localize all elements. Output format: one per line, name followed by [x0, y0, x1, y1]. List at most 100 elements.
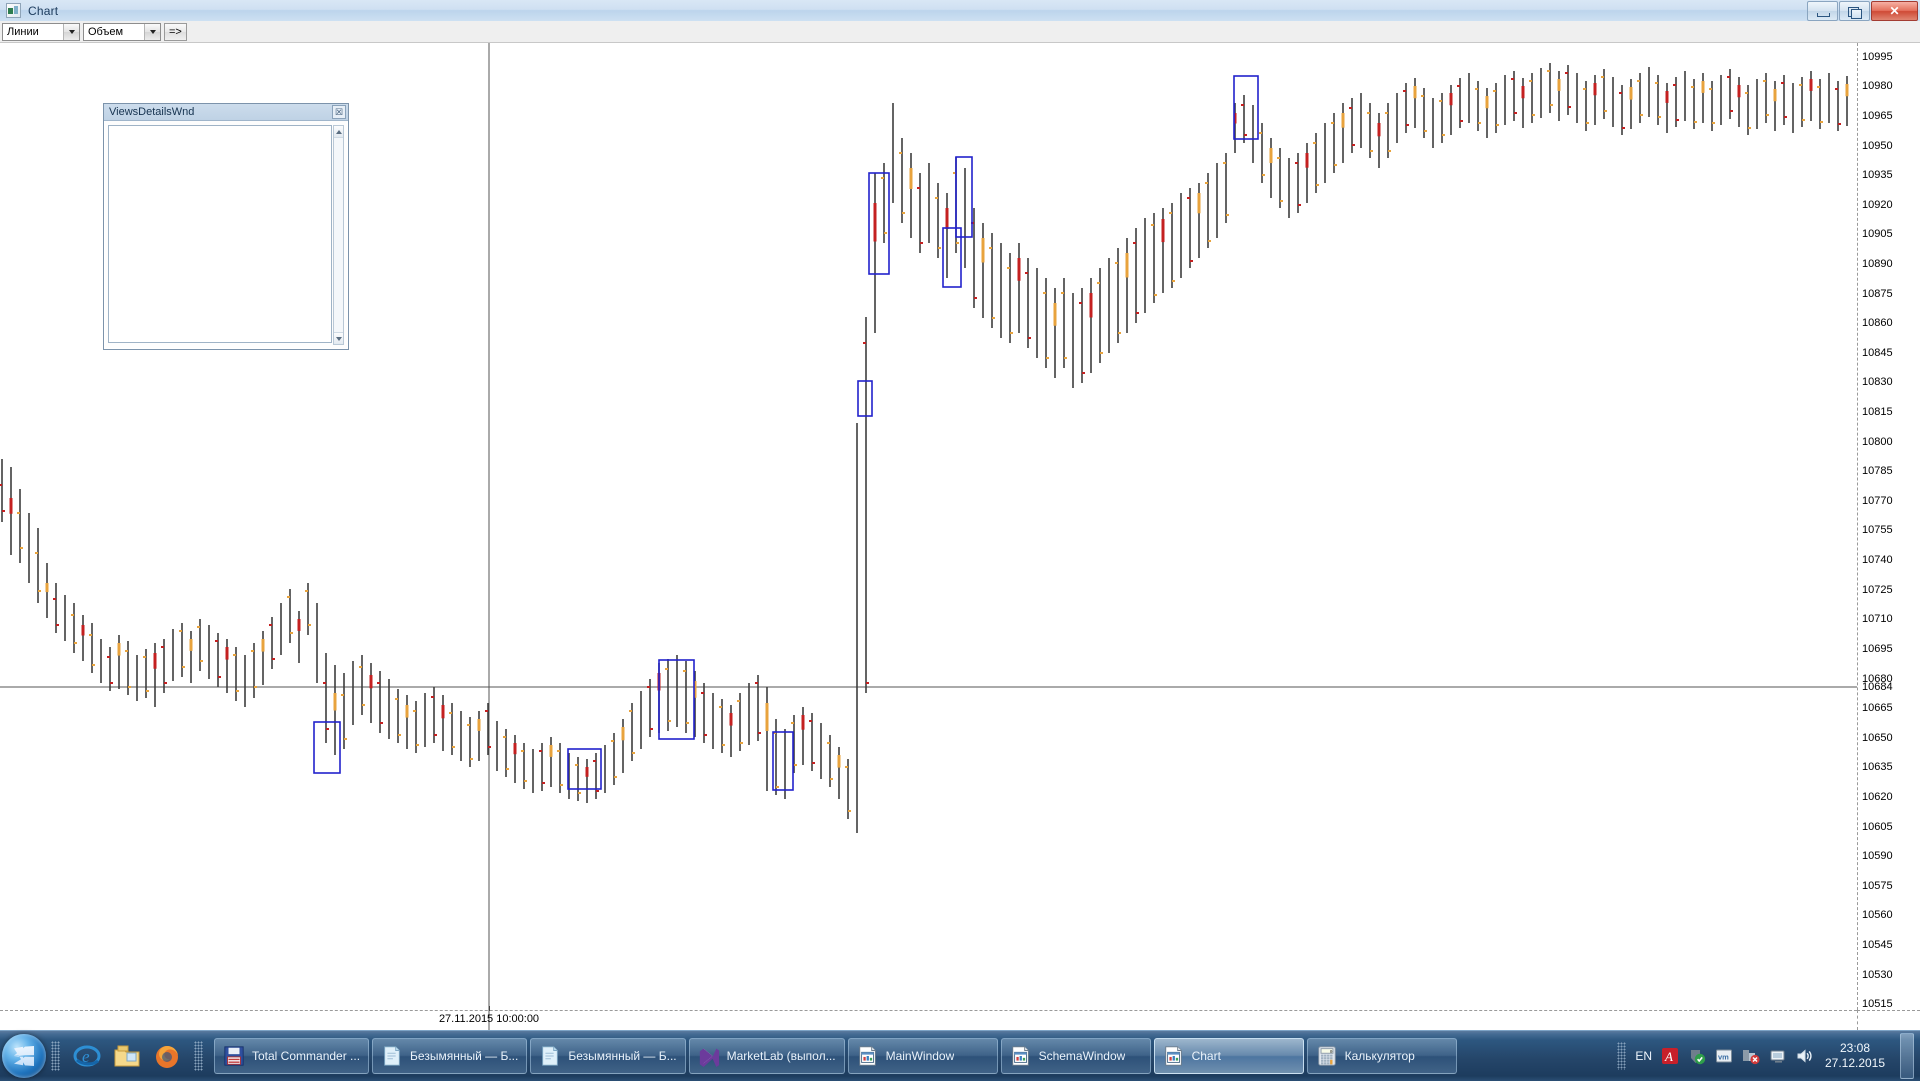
clock-date: 27.12.2015: [1824, 1056, 1886, 1070]
price-tick-label: 10875: [1862, 287, 1893, 300]
price-tick-label: 10695: [1862, 642, 1893, 655]
visual-studio-icon: [698, 1045, 720, 1067]
indicator-dropdown[interactable]: Объем: [83, 22, 161, 41]
clock[interactable]: 23:08 27.12.2015: [1823, 1041, 1887, 1071]
price-tick-label: 10890: [1862, 258, 1893, 270]
chart-app-icon: [6, 3, 21, 18]
price-tick-label: 10710: [1862, 613, 1893, 626]
taskbar-button[interactable]: SchemaWindow: [1000, 1038, 1151, 1074]
firefox-icon[interactable]: [153, 1042, 181, 1070]
svg-text:e: e: [82, 1047, 90, 1066]
taskbar-grip[interactable]: [194, 1041, 203, 1071]
views-details-titlebar[interactable]: ViewsDetailsWnd ☒: [104, 104, 348, 121]
close-button[interactable]: ✕: [1871, 1, 1918, 21]
chevron-down-icon[interactable]: [63, 23, 79, 40]
price-tick-label: 10665: [1862, 702, 1893, 715]
show-desktop-button[interactable]: [1900, 1033, 1914, 1079]
volume-icon[interactable]: [1796, 1047, 1814, 1065]
price-tick-label: 10950: [1862, 139, 1893, 152]
time-axis[interactable]: 27.11.2015 10:00:00: [0, 1006, 1857, 1030]
taskbar-button-label: Chart: [1191, 1049, 1221, 1063]
adobe-reader-icon[interactable]: A: [1661, 1047, 1679, 1065]
taskbar-button[interactable]: MarketLab (выпол...: [688, 1038, 845, 1074]
explorer-folder-icon[interactable]: [113, 1042, 141, 1070]
taskbar-button[interactable]: Chart: [1153, 1038, 1304, 1074]
taskbar-grip[interactable]: [51, 1041, 60, 1071]
taskbar-button[interactable]: Безымянный — Б...: [372, 1038, 528, 1074]
taskbar-button-label: Безымянный — Б...: [568, 1049, 677, 1063]
window-title: Chart: [28, 3, 59, 18]
price-tick-label: 10995: [1862, 50, 1893, 63]
network-error-icon[interactable]: [1742, 1047, 1760, 1065]
price-tick-label: 10920: [1862, 198, 1893, 211]
window-controls: ✕: [1806, 1, 1918, 21]
indicator-value: Объем: [88, 25, 124, 38]
price-tick-label: 10605: [1862, 820, 1893, 833]
price-tick-label: 10590: [1862, 850, 1893, 863]
price-tick-label: 10815: [1862, 406, 1893, 418]
views-details-window[interactable]: ViewsDetailsWnd ☒: [103, 103, 349, 350]
price-tick-label: 10845: [1862, 346, 1893, 359]
price-tick-label: 10650: [1862, 731, 1893, 744]
price-tick-label: 10830: [1862, 376, 1893, 389]
calculator-icon: 0: [1316, 1045, 1338, 1067]
price-tick-label: 10860: [1862, 317, 1893, 330]
wpf-window-icon: [1010, 1045, 1032, 1067]
price-tick-label: 10935: [1862, 169, 1893, 182]
price-tick-label: 10635: [1862, 761, 1893, 774]
price-tick-label: 10740: [1862, 554, 1893, 566]
price-tick-label: 10560: [1862, 909, 1893, 922]
taskbar-button[interactable]: Безымянный — Б...: [530, 1038, 686, 1074]
svg-text:A: A: [1664, 1049, 1673, 1064]
price-tick-label: 10530: [1862, 968, 1893, 981]
taskbar-button-label: MainWindow: [885, 1049, 955, 1063]
price-tick-label: 10515: [1862, 998, 1893, 1011]
restore-button[interactable]: [1839, 1, 1870, 21]
time-tick: [489, 1006, 490, 1011]
crosshair-time-label: 27.11.2015 10:00:00: [438, 1013, 540, 1025]
axis-corner: [1857, 1010, 1920, 1030]
scroll-up-icon[interactable]: [334, 126, 343, 138]
price-tick-label: 10755: [1862, 524, 1893, 537]
display-icon[interactable]: [1769, 1047, 1787, 1065]
crosshair-price-label: 10684: [1862, 681, 1893, 693]
views-details-scrollbar[interactable]: [333, 125, 344, 345]
price-axis[interactable]: 10995 10980 10965 10950 10935 10920 10905 10890…: [1857, 43, 1920, 1030]
chevron-down-icon[interactable]: [144, 23, 160, 40]
svg-text:vm: vm: [1718, 1053, 1729, 1062]
window-titlebar: Chart ✕: [0, 0, 1920, 22]
floppy-icon: [223, 1045, 245, 1067]
language-indicator[interactable]: EN: [1635, 1049, 1652, 1063]
wpf-window-icon: [857, 1045, 879, 1067]
start-button[interactable]: [2, 1034, 46, 1078]
line-type-dropdown[interactable]: Линии: [2, 22, 80, 41]
scroll-down-icon[interactable]: [334, 332, 343, 344]
chart-toolbar: Линии Объем =>: [0, 21, 1920, 43]
price-tick-label: 10545: [1862, 938, 1893, 951]
taskbar-button-label: Калькулятор: [1344, 1049, 1415, 1063]
taskbar-button[interactable]: Total Commander ...: [214, 1038, 370, 1074]
views-details-content[interactable]: [108, 125, 332, 343]
line-type-value: Линии: [7, 25, 39, 38]
price-tick-label: 10770: [1862, 494, 1893, 507]
clock-time: 23:08: [1839, 1041, 1871, 1055]
security-shield-icon[interactable]: [1688, 1047, 1706, 1065]
taskbar-button[interactable]: MainWindow: [847, 1038, 998, 1074]
price-tick-label: 10800: [1862, 435, 1893, 448]
svg-text:0: 0: [1329, 1049, 1332, 1055]
taskbar-button-label: SchemaWindow: [1038, 1049, 1126, 1063]
system-tray: EN Avm 23:08 27.12.2015: [1617, 1031, 1920, 1081]
desktop: Chart ✕ Линии Объем => 10995 10980 10965 10…: [0, 0, 1920, 1081]
tray-grip[interactable]: [1617, 1042, 1627, 1070]
price-tick-label: 10905: [1862, 228, 1893, 241]
vm-icon[interactable]: vm: [1715, 1047, 1733, 1065]
close-icon[interactable]: ☒: [332, 105, 346, 119]
internet-explorer-icon[interactable]: e: [73, 1042, 101, 1070]
taskbar: e Total Commander ... Безымянный — Б... Бе…: [0, 1030, 1920, 1081]
close-icon: ✕: [1889, 4, 1900, 18]
price-tick-label: 10785: [1862, 465, 1893, 478]
minimize-button[interactable]: [1807, 1, 1838, 21]
views-details-title: ViewsDetailsWnd: [109, 106, 195, 118]
taskbar-button[interactable]: 0 Калькулятор: [1306, 1038, 1457, 1074]
apply-button[interactable]: =>: [164, 22, 187, 41]
